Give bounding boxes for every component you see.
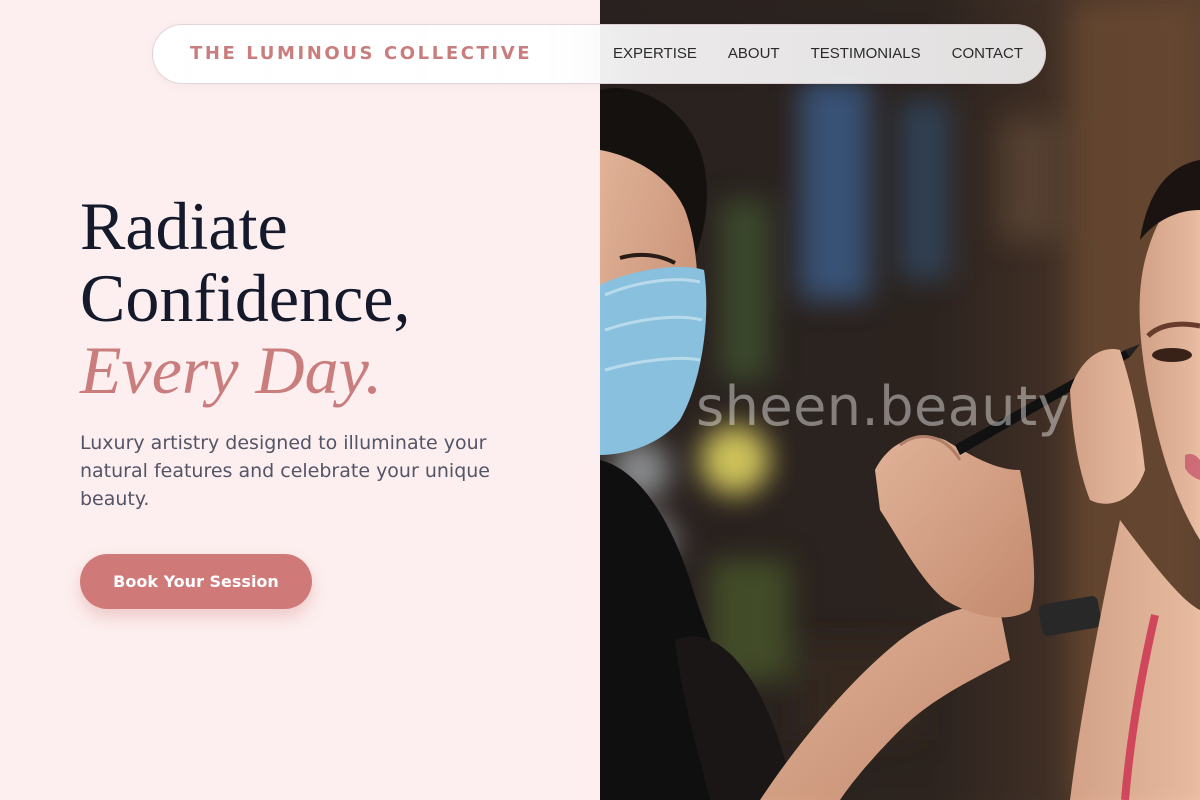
- brand-logo[interactable]: THE LUMINOUS COLLECTIVE: [190, 43, 532, 64]
- nav-link-testimonials[interactable]: TESTIMONIALS: [811, 45, 921, 62]
- nav-link-contact[interactable]: CONTACT: [952, 45, 1023, 62]
- book-session-button[interactable]: Book Your Session: [80, 554, 312, 609]
- hero-title-accent: Every Day.: [80, 332, 383, 408]
- hero-left-panel: Radiate Confidence, Every Day. Luxury ar…: [0, 0, 600, 800]
- photo-watermark: sheen.beauty: [696, 375, 1071, 438]
- hero-photo: sheen.beauty: [600, 0, 1200, 800]
- nav-link-about[interactable]: ABOUT: [728, 45, 780, 62]
- nav-link-expertise[interactable]: EXPERTISE: [613, 45, 697, 62]
- hero-title-line-2: Confidence,: [80, 260, 411, 336]
- top-navbar: THE LUMINOUS COLLECTIVE EXPERTISE ABOUT …: [152, 24, 1046, 84]
- hero-description: Luxury artistry designed to illuminate y…: [80, 432, 490, 510]
- hero-title: Radiate Confidence, Every Day.: [80, 190, 410, 406]
- nav-links: EXPERTISE ABOUT TESTIMONIALS CONTACT: [613, 45, 1023, 62]
- hero-title-line-1: Radiate: [80, 188, 288, 264]
